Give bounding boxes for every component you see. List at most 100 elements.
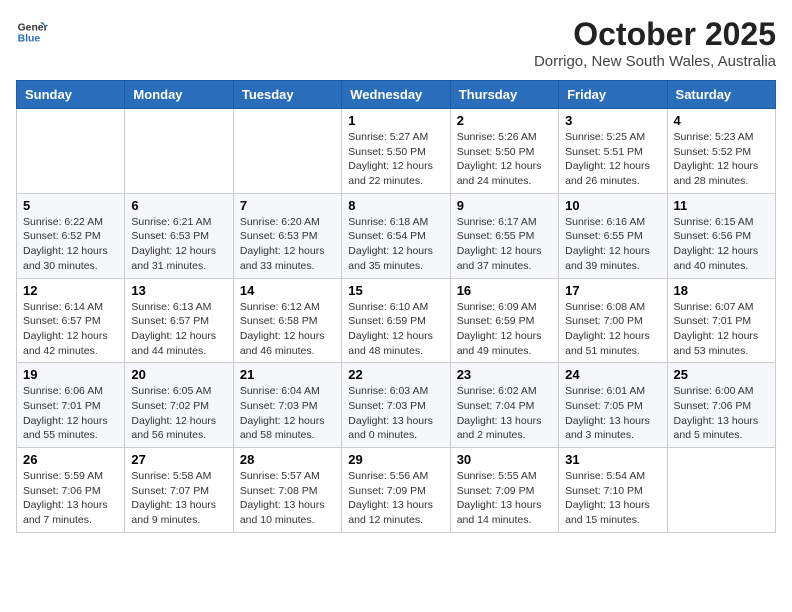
day-number: 3 xyxy=(565,113,660,128)
day-number: 27 xyxy=(131,452,226,467)
day-number: 23 xyxy=(457,367,552,382)
day-info: Sunrise: 5:58 AM Sunset: 7:07 PM Dayligh… xyxy=(131,469,226,528)
day-number: 9 xyxy=(457,198,552,213)
weekday-header-row: SundayMondayTuesdayWednesdayThursdayFrid… xyxy=(17,81,776,109)
calendar-cell xyxy=(233,109,341,194)
logo-icon: General Blue xyxy=(16,16,48,48)
day-info: Sunrise: 6:00 AM Sunset: 7:06 PM Dayligh… xyxy=(674,384,769,443)
day-info: Sunrise: 5:59 AM Sunset: 7:06 PM Dayligh… xyxy=(23,469,118,528)
day-info: Sunrise: 5:55 AM Sunset: 7:09 PM Dayligh… xyxy=(457,469,552,528)
day-number: 4 xyxy=(674,113,769,128)
month-title: October 2025 xyxy=(534,16,776,53)
day-number: 15 xyxy=(348,283,443,298)
calendar-cell: 2Sunrise: 5:26 AM Sunset: 5:50 PM Daylig… xyxy=(450,109,558,194)
day-number: 24 xyxy=(565,367,660,382)
calendar-cell: 22 Sunrise: 6:03 AM Sunset: 7:03 PM Dayli… xyxy=(342,363,450,448)
calendar-cell xyxy=(125,109,233,194)
calendar-cell: 24 Sunrise: 6:01 AM Sunset: 7:05 PM Dayli… xyxy=(559,363,667,448)
calendar-cell: 27 Sunrise: 5:58 AM Sunset: 7:07 PM Dayli… xyxy=(125,448,233,533)
calendar-cell xyxy=(667,448,775,533)
weekday-header-wednesday: Wednesday xyxy=(342,81,450,109)
calendar-cell: 16 Sunrise: 6:09 AM Sunset: 6:59 PM Dayli… xyxy=(450,278,558,363)
day-number: 18 xyxy=(674,283,769,298)
day-number: 28 xyxy=(240,452,335,467)
day-info: Sunrise: 6:04 AM Sunset: 7:03 PM Dayligh… xyxy=(240,384,335,443)
day-number: 25 xyxy=(674,367,769,382)
calendar-cell: 13 Sunrise: 6:13 AM Sunset: 6:57 PM Dayli… xyxy=(125,278,233,363)
day-number: 17 xyxy=(565,283,660,298)
day-info: Sunrise: 5:25 AM Sunset: 5:51 PM Dayligh… xyxy=(565,130,660,189)
calendar-cell: 21 Sunrise: 6:04 AM Sunset: 7:03 PM Dayli… xyxy=(233,363,341,448)
day-number: 22 xyxy=(348,367,443,382)
weekday-header-saturday: Saturday xyxy=(667,81,775,109)
weekday-header-friday: Friday xyxy=(559,81,667,109)
day-number: 2 xyxy=(457,113,552,128)
svg-text:Blue: Blue xyxy=(18,34,41,45)
calendar-cell: 18 Sunrise: 6:07 AM Sunset: 7:01 PM Dayli… xyxy=(667,278,775,363)
day-info: Sunrise: 5:27 AM Sunset: 5:50 PM Dayligh… xyxy=(348,130,443,189)
day-info: Sunrise: 6:03 AM Sunset: 7:03 PM Dayligh… xyxy=(348,384,443,443)
page-header: General Blue October 2025 Dorrigo, New S… xyxy=(16,16,776,70)
day-info: Sunrise: 6:05 AM Sunset: 7:02 PM Dayligh… xyxy=(131,384,226,443)
location: Dorrigo, New South Wales, Australia xyxy=(534,53,776,70)
day-info: Sunrise: 6:13 AM Sunset: 6:57 PM Dayligh… xyxy=(131,300,226,359)
calendar-cell: 7Sunrise: 6:20 AM Sunset: 6:53 PM Daylig… xyxy=(233,193,341,278)
calendar-cell: 17 Sunrise: 6:08 AM Sunset: 7:00 PM Dayli… xyxy=(559,278,667,363)
weekday-header-tuesday: Tuesday xyxy=(233,81,341,109)
day-info: Sunrise: 5:56 AM Sunset: 7:09 PM Dayligh… xyxy=(348,469,443,528)
day-info: Sunrise: 6:10 AM Sunset: 6:59 PM Dayligh… xyxy=(348,300,443,359)
day-number: 13 xyxy=(131,283,226,298)
day-number: 10 xyxy=(565,198,660,213)
weekday-header-thursday: Thursday xyxy=(450,81,558,109)
day-info: Sunrise: 6:14 AM Sunset: 6:57 PM Dayligh… xyxy=(23,300,118,359)
calendar-cell: 9 Sunrise: 6:17 AM Sunset: 6:55 PM Daylig… xyxy=(450,193,558,278)
day-number: 16 xyxy=(457,283,552,298)
calendar-cell: 20Sunrise: 6:05 AM Sunset: 7:02 PM Dayli… xyxy=(125,363,233,448)
calendar-week-row: 5Sunrise: 6:22 AM Sunset: 6:52 PM Daylig… xyxy=(17,193,776,278)
day-info: Sunrise: 6:06 AM Sunset: 7:01 PM Dayligh… xyxy=(23,384,118,443)
calendar-cell: 3 Sunrise: 5:25 AM Sunset: 5:51 PM Daylig… xyxy=(559,109,667,194)
day-number: 26 xyxy=(23,452,118,467)
logo: General Blue xyxy=(16,16,48,48)
day-number: 30 xyxy=(457,452,552,467)
day-number: 12 xyxy=(23,283,118,298)
day-info: Sunrise: 6:09 AM Sunset: 6:59 PM Dayligh… xyxy=(457,300,552,359)
day-number: 29 xyxy=(348,452,443,467)
calendar-cell: 10 Sunrise: 6:16 AM Sunset: 6:55 PM Dayli… xyxy=(559,193,667,278)
calendar-cell: 4 Sunrise: 5:23 AM Sunset: 5:52 PM Daylig… xyxy=(667,109,775,194)
day-info: Sunrise: 6:01 AM Sunset: 7:05 PM Dayligh… xyxy=(565,384,660,443)
calendar-cell: 1Sunrise: 5:27 AM Sunset: 5:50 PM Daylig… xyxy=(342,109,450,194)
calendar-cell: 8Sunrise: 6:18 AM Sunset: 6:54 PM Daylig… xyxy=(342,193,450,278)
calendar-cell: 11 Sunrise: 6:15 AM Sunset: 6:56 PM Dayli… xyxy=(667,193,775,278)
day-info: Sunrise: 6:22 AM Sunset: 6:52 PM Dayligh… xyxy=(23,215,118,274)
day-info: Sunrise: 5:54 AM Sunset: 7:10 PM Dayligh… xyxy=(565,469,660,528)
day-info: Sunrise: 6:02 AM Sunset: 7:04 PM Dayligh… xyxy=(457,384,552,443)
calendar-cell: 5Sunrise: 6:22 AM Sunset: 6:52 PM Daylig… xyxy=(17,193,125,278)
day-number: 31 xyxy=(565,452,660,467)
day-number: 14 xyxy=(240,283,335,298)
calendar-cell: 26 Sunrise: 5:59 AM Sunset: 7:06 PM Dayli… xyxy=(17,448,125,533)
calendar-cell: 31 Sunrise: 5:54 AM Sunset: 7:10 PM Dayli… xyxy=(559,448,667,533)
day-number: 7 xyxy=(240,198,335,213)
day-info: Sunrise: 5:57 AM Sunset: 7:08 PM Dayligh… xyxy=(240,469,335,528)
day-info: Sunrise: 5:23 AM Sunset: 5:52 PM Dayligh… xyxy=(674,130,769,189)
calendar-cell xyxy=(17,109,125,194)
calendar-cell: 23 Sunrise: 6:02 AM Sunset: 7:04 PM Dayli… xyxy=(450,363,558,448)
day-info: Sunrise: 6:07 AM Sunset: 7:01 PM Dayligh… xyxy=(674,300,769,359)
day-number: 6 xyxy=(131,198,226,213)
calendar-cell: 19 Sunrise: 6:06 AM Sunset: 7:01 PM Dayli… xyxy=(17,363,125,448)
calendar-week-row: 12 Sunrise: 6:14 AM Sunset: 6:57 PM Dayli… xyxy=(17,278,776,363)
calendar-week-row: 19 Sunrise: 6:06 AM Sunset: 7:01 PM Dayli… xyxy=(17,363,776,448)
weekday-header-sunday: Sunday xyxy=(17,81,125,109)
calendar-cell: 30 Sunrise: 5:55 AM Sunset: 7:09 PM Dayli… xyxy=(450,448,558,533)
day-info: Sunrise: 6:15 AM Sunset: 6:56 PM Dayligh… xyxy=(674,215,769,274)
day-number: 11 xyxy=(674,198,769,213)
calendar-week-row: 26 Sunrise: 5:59 AM Sunset: 7:06 PM Dayli… xyxy=(17,448,776,533)
day-info: Sunrise: 6:16 AM Sunset: 6:55 PM Dayligh… xyxy=(565,215,660,274)
day-number: 19 xyxy=(23,367,118,382)
day-number: 21 xyxy=(240,367,335,382)
day-info: Sunrise: 6:08 AM Sunset: 7:00 PM Dayligh… xyxy=(565,300,660,359)
day-number: 8 xyxy=(348,198,443,213)
calendar-cell: 12 Sunrise: 6:14 AM Sunset: 6:57 PM Dayli… xyxy=(17,278,125,363)
day-info: Sunrise: 6:17 AM Sunset: 6:55 PM Dayligh… xyxy=(457,215,552,274)
